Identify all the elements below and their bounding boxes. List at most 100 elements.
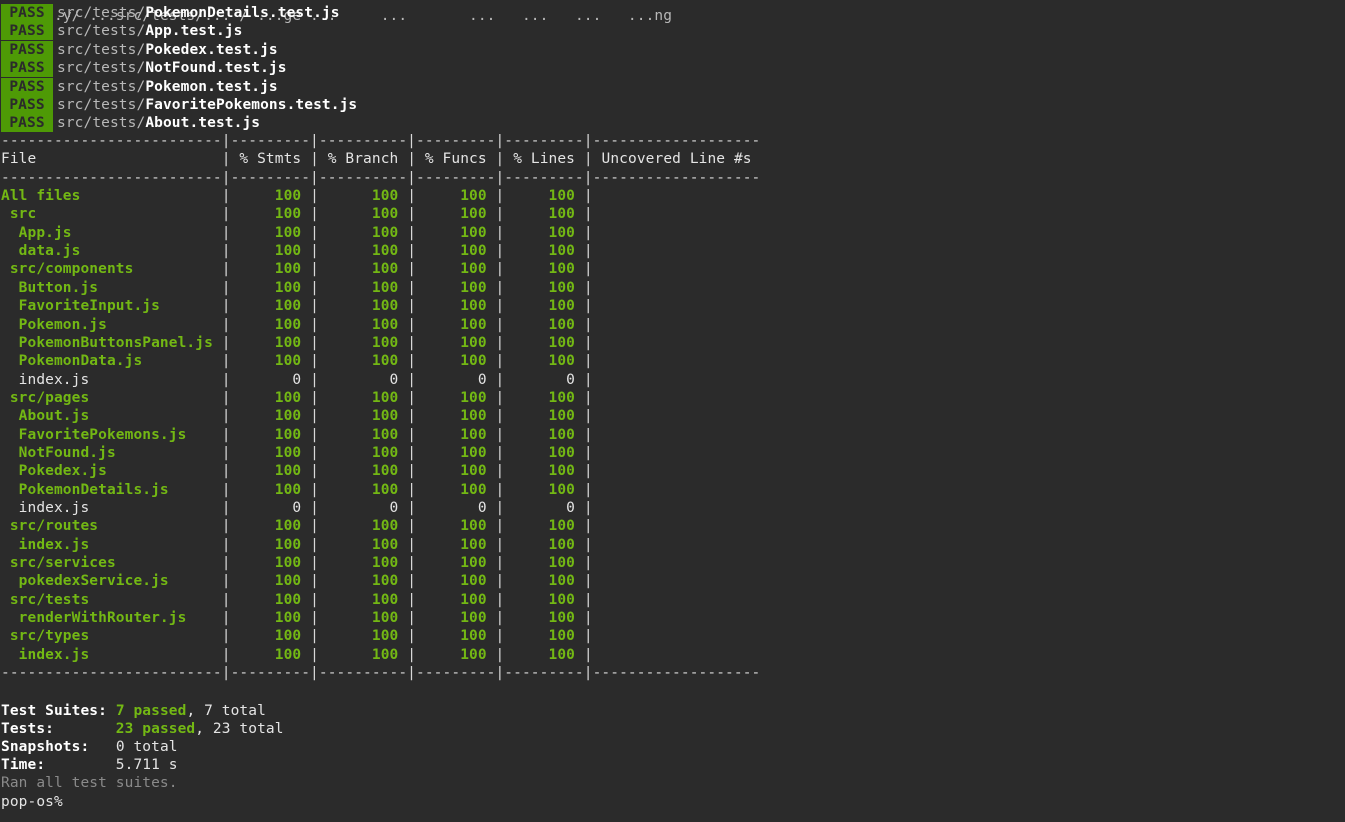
cell-lines: 100: [504, 408, 584, 425]
table-row: src/services | 100 | 100 | 100 | 100 |: [1, 555, 593, 572]
test-file-dir: src/tests/: [57, 60, 146, 77]
test-file-name: FavoritePokemons.test.js: [145, 97, 358, 113]
cell-funcs: 100: [416, 316, 496, 333]
cell-funcs: 100: [416, 408, 496, 425]
test-file-name: Pokedex.test.js: [145, 41, 278, 58]
cell-funcs: 100: [416, 334, 496, 351]
table-row: Pokedex.js | 100 | 100 | 100 | 100 |: [1, 463, 593, 480]
cell-lines: 100: [504, 555, 584, 572]
table-rule-mid: -------------------------|---------|----…: [1, 169, 760, 187]
cell-stmts: 100: [230, 353, 311, 370]
cell-branch: 100: [318, 408, 408, 425]
cell-file: data.js: [1, 243, 222, 260]
cell-file: src/routes: [1, 518, 222, 535]
cell-funcs: 100: [416, 426, 496, 443]
table-header-row: File | % Stmts | % Branch | % Funcs | % …: [1, 151, 752, 168]
cell-funcs: 100: [416, 481, 496, 498]
shell-prompt[interactable]: pop-os%: [1, 793, 63, 811]
table-row: All files | 100 | 100 | 100 | 100 |: [1, 188, 593, 205]
cell-branch: 100: [318, 536, 408, 553]
cell-stmts: 100: [230, 316, 311, 333]
cell-lines: 100: [504, 298, 584, 315]
cell-funcs: 100: [416, 444, 496, 461]
cell-lines: 100: [504, 316, 584, 333]
cell-file: PokemonDetails.js: [1, 481, 222, 498]
cell-branch: 100: [318, 573, 408, 590]
cell-funcs: 100: [416, 463, 496, 480]
cell-funcs: 100: [416, 353, 496, 370]
table-row: index.js | 0 | 0 | 0 | 0 |: [1, 371, 593, 388]
cell-lines: 100: [504, 463, 584, 480]
cell-file: FavoriteInput.js: [1, 298, 222, 315]
test-file-dir: src/tests/: [57, 97, 146, 113]
cell-branch: 100: [318, 481, 408, 498]
cell-file: index.js: [1, 500, 222, 516]
cell-stmts: 100: [230, 261, 311, 278]
table-rule: -------------------------|---------|----…: [1, 133, 761, 149]
cell-lines: 100: [504, 224, 584, 241]
table-row: src | 100 | 100 | 100 | 100 |: [1, 206, 593, 223]
cell-lines: 100: [504, 481, 584, 498]
cell-lines: 100: [504, 518, 584, 535]
cell-funcs: 100: [416, 536, 496, 553]
pass-badge: PASS: [1, 114, 53, 133]
cell-lines: 100: [504, 426, 584, 443]
table-row: NotFound.js | 100 | 100 | 100 | 100 |: [1, 444, 593, 461]
pass-badge: PASS: [1, 59, 53, 78]
cell-funcs: 100: [416, 518, 496, 535]
terminal-window[interactable]: ...y/ ...src/tests/... / ...ge ... ... .…: [0, 0, 1345, 822]
cell-branch: 100: [318, 188, 408, 205]
pass-badge: PASS: [1, 77, 53, 96]
test-file-name: Pokemon.test.js: [145, 78, 278, 95]
header-stmts: % Stmts: [230, 151, 311, 168]
cell-branch: 100: [318, 426, 408, 443]
cell-stmts: 100: [230, 188, 311, 205]
header-uncovered: Uncovered Line #s: [592, 151, 752, 168]
cell-stmts: 100: [230, 481, 311, 498]
cell-funcs: 100: [416, 389, 496, 406]
cell-lines: 100: [504, 279, 584, 296]
cell-branch: 100: [318, 224, 408, 241]
table-row: index.js | 0 | 0 | 0 | 0 |: [1, 500, 593, 516]
cell-stmts: 100: [230, 536, 311, 553]
cell-file: Button.js: [1, 279, 222, 296]
cell-stmts: 0: [230, 500, 311, 516]
cell-file: src/types: [1, 628, 222, 645]
cell-lines: 0: [504, 500, 584, 516]
summary-test-suites: Test Suites: 7 passed, 7 total: [1, 703, 266, 719]
cell-stmts: 0: [230, 371, 311, 388]
pass-badge: PASS: [1, 4, 53, 22]
cell-funcs: 100: [416, 646, 496, 663]
cell-branch: 100: [318, 628, 408, 645]
cell-branch: 100: [318, 389, 408, 406]
cell-branch: 100: [318, 518, 408, 535]
cell-stmts: 100: [230, 610, 311, 627]
cell-lines: 100: [504, 188, 584, 205]
cell-stmts: 100: [230, 334, 311, 351]
cell-file: Pokedex.js: [1, 463, 222, 480]
pass-badge: PASS: [1, 22, 53, 41]
cell-stmts: 100: [230, 389, 311, 406]
test-result-row: PASS src/tests/Pokedex.test.js: [1, 40, 278, 59]
cell-stmts: 100: [230, 206, 311, 223]
table-row: renderWithRouter.js | 100 | 100 | 100 | …: [1, 610, 593, 627]
test-result-row: PASS src/tests/About.test.js: [1, 114, 261, 133]
table-row: Pokemon.js | 100 | 100 | 100 | 100 |: [1, 316, 593, 333]
cell-funcs: 100: [416, 243, 496, 260]
test-file-name: About.test.js: [145, 115, 261, 132]
cell-file: PokemonData.js: [1, 353, 222, 370]
cell-branch: 100: [318, 279, 408, 296]
summary-tests: Tests: 23 passed, 23 total: [1, 721, 284, 737]
cell-lines: 100: [504, 573, 584, 590]
cell-file: src/tests: [1, 591, 222, 608]
cell-funcs: 100: [416, 591, 496, 608]
test-file-dir: src/tests/: [57, 5, 146, 21]
cell-stmts: 100: [230, 518, 311, 535]
cell-funcs: 100: [416, 610, 496, 627]
cell-stmts: 100: [230, 279, 311, 296]
summary-ran-all: Ran all test suites.: [1, 775, 178, 791]
test-file-dir: src/tests/: [57, 115, 146, 132]
cell-file: NotFound.js: [1, 444, 222, 461]
cell-lines: 100: [504, 444, 584, 461]
cell-lines: 100: [504, 646, 584, 663]
